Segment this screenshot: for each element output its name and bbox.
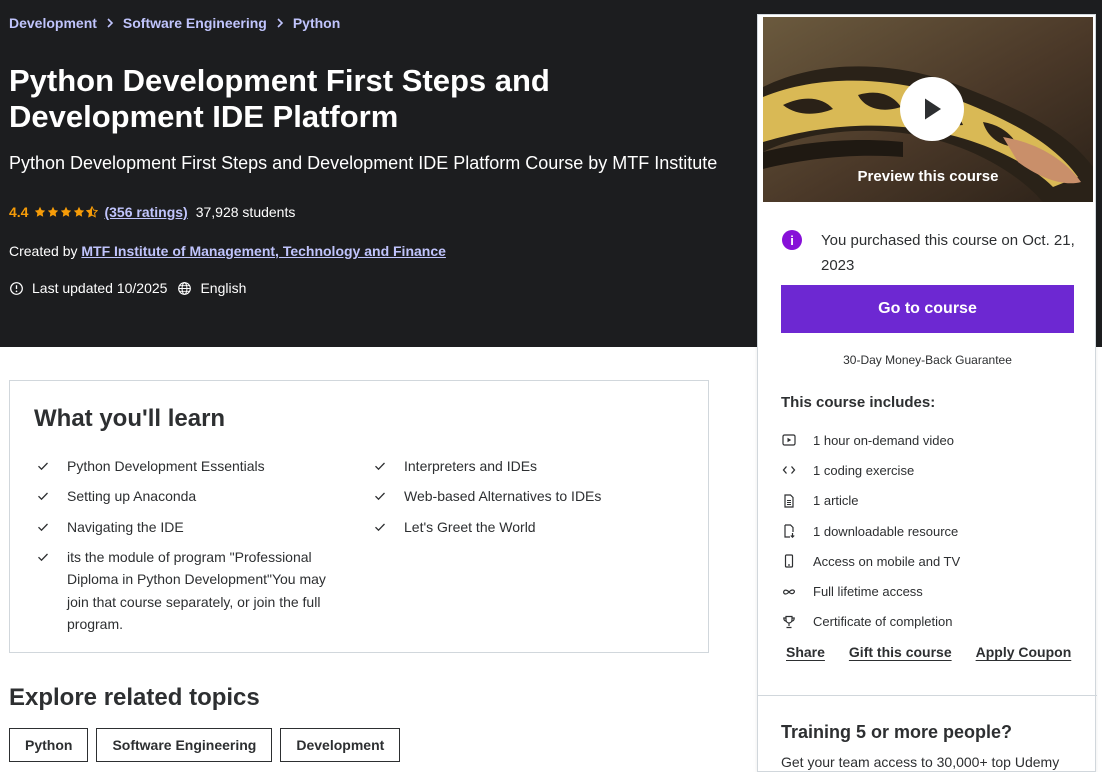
breadcrumb: Development Software Engineering Python xyxy=(9,15,340,31)
includes-text: 1 article xyxy=(813,493,859,509)
learn-item-text: Navigating the IDE xyxy=(67,518,184,535)
course-preview[interactable]: Preview this course xyxy=(763,17,1093,202)
learn-item-text: Web-based Alternatives to IDEs xyxy=(404,488,602,505)
learn-item: Navigating the IDE xyxy=(36,516,346,539)
play-button[interactable] xyxy=(900,77,964,141)
learn-item-text: Let's Greet the World xyxy=(404,518,536,535)
created-by-row: Created by MTF Institute of Management, … xyxy=(9,243,446,259)
learn-title: What you'll learn xyxy=(34,405,226,432)
star-icon xyxy=(61,206,72,217)
includes-item: Access on mobile and TV xyxy=(781,546,960,576)
star-icon xyxy=(35,206,46,217)
check-icon xyxy=(38,523,48,531)
course-meta-row: Last updated 10/2025 English xyxy=(9,280,256,296)
explore-related-title: Explore related topics xyxy=(9,684,260,711)
students-count: 37,928 students xyxy=(195,204,296,220)
card-actions: Share Gift this course Apply Coupon xyxy=(786,644,1071,660)
check-icon xyxy=(375,523,385,531)
rating-row: 4.4 (356 ratings) 37,928 students xyxy=(9,204,295,220)
check-icon xyxy=(38,492,48,501)
course-subtitle: Python Development First Steps and Devel… xyxy=(9,153,718,173)
breadcrumb-python[interactable]: Python xyxy=(293,15,340,31)
infinity-icon xyxy=(781,584,797,600)
info-icon: i xyxy=(782,230,802,250)
share-link[interactable]: Share xyxy=(786,644,825,660)
learn-item: Interpreters and IDEs xyxy=(373,455,683,478)
globe-icon xyxy=(177,281,192,296)
article-icon xyxy=(781,493,797,509)
play-icon xyxy=(925,98,941,120)
learn-item: Let's Greet the World xyxy=(373,516,683,539)
gift-course-link[interactable]: Gift this course xyxy=(849,644,952,660)
star-rating xyxy=(34,206,99,218)
breadcrumb-development[interactable]: Development xyxy=(9,15,97,31)
includes-item: Full lifetime access xyxy=(781,576,960,606)
course-language: English xyxy=(200,280,247,296)
training-text: Get your team access to 30,000+ top Udem… xyxy=(781,754,1060,770)
code-icon xyxy=(781,462,797,478)
includes-title: This course includes: xyxy=(781,394,936,411)
check-icon xyxy=(375,492,385,501)
includes-text: 1 hour on-demand video xyxy=(813,432,954,448)
learn-item-text: Setting up Anaconda xyxy=(67,488,197,505)
learn-item: Web-based Alternatives to IDEs xyxy=(373,485,683,508)
alert-clock-icon xyxy=(9,281,24,296)
chevron-right-icon xyxy=(276,18,284,28)
money-back-guarantee: 30-Day Money-Back Guarantee xyxy=(843,353,1012,367)
what-you-learn-box: What you'll learn Python Development Ess… xyxy=(9,380,709,653)
learn-item-text: its the module of program "Professional … xyxy=(67,548,326,633)
learn-item: Python Development Essentials xyxy=(36,455,346,478)
star-icon xyxy=(74,206,85,217)
includes-text: 1 coding exercise xyxy=(813,462,915,478)
includes-item: 1 hour on-demand video xyxy=(781,425,960,455)
includes-text: Access on mobile and TV xyxy=(813,553,961,569)
card-divider xyxy=(758,695,1097,696)
check-icon xyxy=(38,553,48,562)
course-includes-list: 1 hour on-demand video 1 coding exercise… xyxy=(781,425,960,637)
star-icon xyxy=(48,206,59,217)
video-icon xyxy=(781,432,797,448)
training-title: Training 5 or more people? xyxy=(781,722,1013,742)
includes-item: Certificate of completion xyxy=(781,607,960,637)
purchase-sidebar-card: Preview this course i You purchased this… xyxy=(757,14,1097,772)
go-to-course-button[interactable]: Go to course xyxy=(781,285,1074,333)
includes-item: 1 coding exercise xyxy=(781,455,960,485)
learn-item: its the module of program "Professional … xyxy=(36,546,346,636)
created-by-label: Created by xyxy=(9,243,78,259)
learn-item-text: Interpreters and IDEs xyxy=(404,458,538,474)
apply-coupon-link[interactable]: Apply Coupon xyxy=(976,644,1072,660)
topic-development[interactable]: Development xyxy=(280,728,401,762)
instructor-link[interactable]: MTF Institute of Management, Technology … xyxy=(81,243,446,259)
includes-text: 1 downloadable resource xyxy=(813,523,959,539)
learn-list-left: Python Development Essentials Setting up… xyxy=(36,455,346,644)
breadcrumb-software-engineering[interactable]: Software Engineering xyxy=(123,15,267,31)
includes-text: Certificate of completion xyxy=(813,614,953,630)
includes-item: 1 downloadable resource xyxy=(781,516,960,546)
trophy-icon xyxy=(781,614,797,630)
topic-software-engineering[interactable]: Software Engineering xyxy=(96,728,273,762)
purchased-notice: i You purchased this course on Oct. 21, … xyxy=(782,228,1082,278)
check-icon xyxy=(375,462,385,471)
includes-item: 1 article xyxy=(781,486,960,516)
rating-value: 4.4 xyxy=(9,204,29,220)
last-updated: Last updated 10/2025 xyxy=(32,280,168,296)
course-title: Python Development First Steps and Devel… xyxy=(9,63,550,134)
chevron-right-icon xyxy=(106,18,114,28)
preview-label: Preview this course xyxy=(857,168,999,185)
learn-list-right: Interpreters and IDEs Web-based Alternat… xyxy=(373,455,683,546)
learn-item: Setting up Anaconda xyxy=(36,485,346,508)
learn-item-text: Python Development Essentials xyxy=(67,458,265,474)
ratings-count-link[interactable]: (356 ratings) xyxy=(104,204,187,220)
star-half-icon xyxy=(86,206,99,218)
includes-text: Full lifetime access xyxy=(813,584,923,600)
check-icon xyxy=(38,462,48,471)
related-topics: Python Software Engineering Development xyxy=(9,728,401,762)
download-file-icon xyxy=(781,523,797,539)
purchased-text: You purchased this course on Oct. 21, 20… xyxy=(821,232,1075,274)
mobile-icon xyxy=(781,553,797,569)
topic-python[interactable]: Python xyxy=(9,728,89,762)
